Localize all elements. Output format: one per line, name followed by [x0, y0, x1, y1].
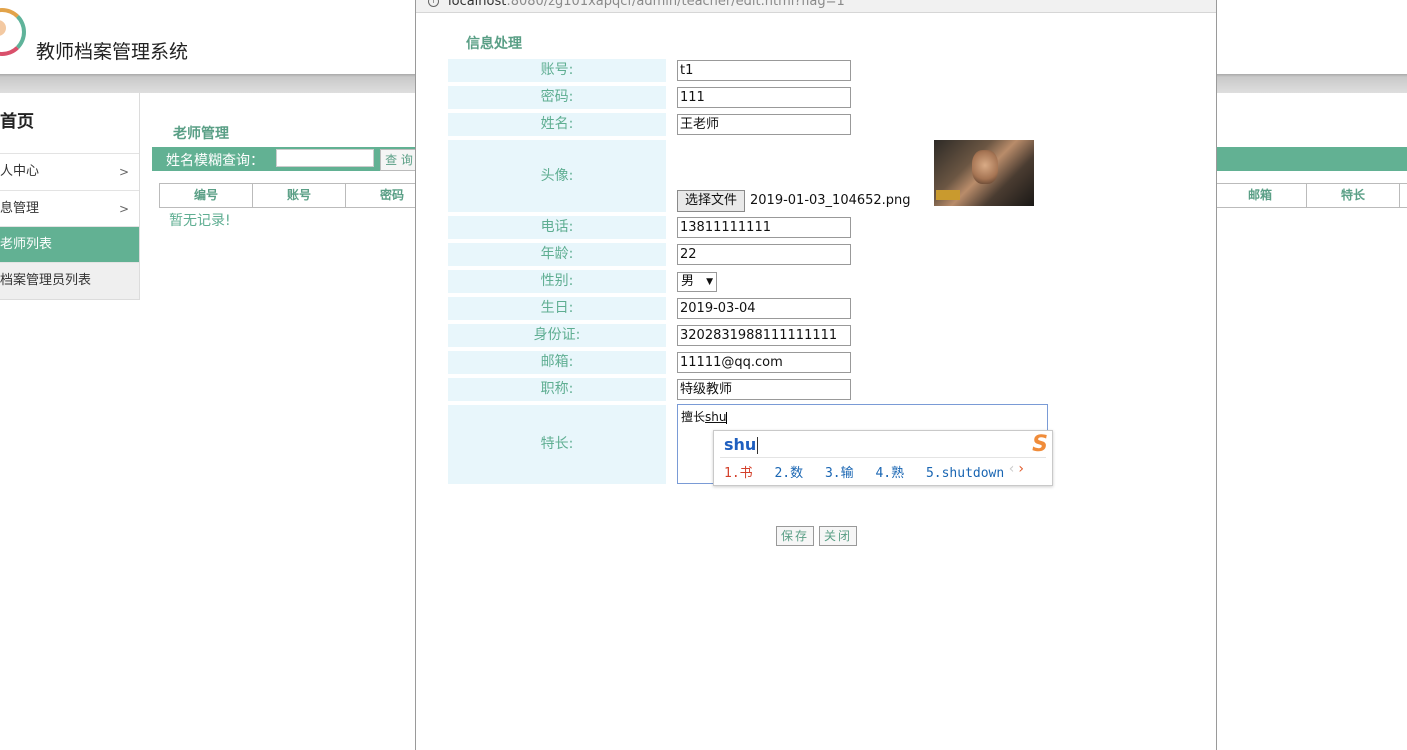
empty-state-text: 暂无记录!: [169, 213, 231, 229]
ime-candidate[interactable]: 4.熟: [875, 466, 904, 481]
save-button[interactable]: 保存: [776, 526, 814, 546]
label-birthday: 生日:: [448, 297, 666, 320]
form-title: 信息处理: [466, 36, 522, 52]
label-specialty: 特长:: [448, 405, 666, 484]
specialty-text: 擅长shu: [681, 410, 728, 424]
search-button[interactable]: 查 询: [380, 149, 418, 171]
ime-candidates: 1.书 2.数 3.输 4.熟 5.shutdown: [724, 462, 1018, 481]
name-field[interactable]: 王老师: [677, 114, 851, 135]
job-title-field[interactable]: 特级教师: [677, 379, 851, 400]
password-field[interactable]: 111: [677, 87, 851, 108]
email-field[interactable]: 11111@qq.com: [677, 352, 851, 373]
close-button[interactable]: 关闭: [819, 526, 857, 546]
modal-url-bar: i localhost:8080/zg101xapqcf/admin/teach…: [416, 0, 1216, 13]
avatar-image: [934, 140, 1034, 206]
logo-icon: [0, 8, 26, 56]
chevron-right-icon[interactable]: ›: [1018, 461, 1024, 477]
ime-candidate[interactable]: 1.书: [724, 466, 753, 481]
sidebar: 首页 人中心 > 息管理 > 老师列表 档案管理员列表: [0, 93, 140, 300]
sidebar-item-info-management[interactable]: 息管理 >: [0, 190, 139, 227]
search-label: 姓名模糊查询：: [166, 153, 264, 169]
column-header: 编号: [160, 184, 253, 207]
column-header: 邮箱: [1214, 184, 1307, 207]
account-field[interactable]: t1: [677, 60, 851, 81]
ime-candidate[interactable]: 3.输: [825, 466, 854, 481]
label-age: 年龄:: [448, 243, 666, 266]
label-name: 姓名:: [448, 113, 666, 136]
file-name: 2019-01-03_104652.png: [750, 193, 911, 208]
dropdown-arrow-icon: ▼: [706, 277, 713, 287]
label-account: 账号:: [448, 59, 666, 82]
sidebar-home[interactable]: 首页: [0, 107, 34, 132]
sidebar-item-personal-center[interactable]: 人中心 >: [0, 153, 139, 190]
ime-composition: shu: [724, 435, 759, 454]
label-email: 邮箱:: [448, 351, 666, 374]
section-title: 老师管理: [173, 126, 229, 142]
ime-candidate[interactable]: 5.shutdown: [926, 466, 1004, 481]
gender-select[interactable]: 男 ▼: [677, 272, 717, 292]
sogou-logo-icon[interactable]: S: [1026, 432, 1054, 458]
label-avatar: 头像:: [448, 140, 666, 212]
ime-candidate-window: shu S 1.书 2.数 3.输 4.熟 5.shutdown ‹ ›: [713, 430, 1053, 486]
column-header: 特长: [1307, 184, 1400, 207]
label-idcard: 身份证:: [448, 324, 666, 347]
chevron-right-icon: >: [118, 165, 129, 179]
sidebar-item-teacher-list[interactable]: 老师列表: [0, 226, 139, 263]
age-field[interactable]: 22: [677, 244, 851, 265]
idcard-field[interactable]: 3202831988111111111: [677, 325, 851, 346]
label-password: 密码:: [448, 86, 666, 109]
app-title: 教师档案管理系统: [36, 41, 189, 63]
edit-modal: i localhost:8080/zg101xapqcf/admin/teach…: [415, 0, 1217, 750]
label-gender: 性别:: [448, 270, 666, 293]
ime-candidate[interactable]: 2.数: [774, 466, 803, 481]
label-title: 职称:: [448, 378, 666, 401]
choose-file-button[interactable]: 选择文件: [677, 190, 745, 212]
search-input[interactable]: [276, 149, 374, 167]
birthday-field[interactable]: 2019-03-04: [677, 298, 851, 319]
ime-page-nav: ‹ ›: [1009, 461, 1024, 477]
phone-field[interactable]: 13811111111: [677, 217, 851, 238]
chevron-left-icon[interactable]: ‹: [1009, 461, 1015, 477]
info-icon[interactable]: i: [428, 0, 439, 7]
column-header: 账号: [253, 184, 346, 207]
label-phone: 电话:: [448, 216, 666, 239]
sidebar-item-archive-admin-list[interactable]: 档案管理员列表: [0, 262, 139, 299]
chevron-right-icon: >: [118, 202, 129, 216]
modal-url: localhost:8080/zg101xapqcf/admin/teacher…: [448, 0, 845, 9]
